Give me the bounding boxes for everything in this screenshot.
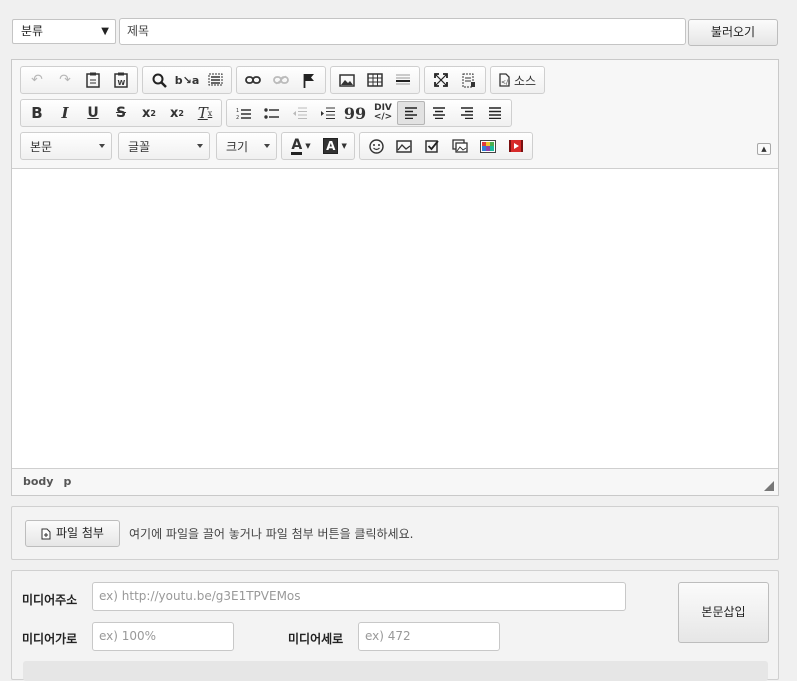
file-add-icon: [41, 528, 51, 539]
bold-icon[interactable]: B: [23, 101, 51, 125]
media-width-placeholder: ex) 100%: [99, 629, 157, 643]
media-height-input[interactable]: ex) 472: [358, 622, 500, 651]
path-body[interactable]: body: [23, 475, 53, 488]
insert-media-button[interactable]: 본문삽입: [678, 582, 769, 643]
source-label: 소스: [514, 73, 537, 88]
rich-text-editor: ↶ ↷ W b↘a </ 소스 B I U S x 2 x 2 T x 1 2 …: [11, 59, 779, 496]
resize-handle-icon[interactable]: [764, 480, 774, 491]
title-input[interactable]: 제목: [119, 18, 686, 45]
underline-icon[interactable]: U: [79, 101, 107, 125]
category-select-value: 분류: [21, 24, 44, 38]
toolbar-group-clipboard: ↶ ↷ W: [20, 66, 138, 94]
numbered-list-icon[interactable]: 12: [229, 101, 257, 125]
strikethrough-icon[interactable]: S: [107, 101, 135, 125]
chevron-down-icon: [99, 144, 105, 148]
toolbar-group-colors: A ▼ A ▼: [281, 132, 355, 160]
source-icon: </>: [499, 73, 510, 87]
category-select[interactable]: 분류 ▼: [12, 19, 116, 44]
horizontal-rule-icon[interactable]: [389, 68, 417, 92]
media-height-label: 미디어세로: [288, 632, 344, 646]
toolbar-group-insert: [330, 66, 420, 94]
chevron-down-icon: [264, 144, 270, 148]
toolbar-row-1: ↶ ↷ W b↘a </ 소스: [20, 66, 546, 94]
image-icon[interactable]: [333, 68, 361, 92]
paste-icon[interactable]: [79, 68, 107, 92]
file-attach-area[interactable]: 파일 첨부 여기에 파일을 끌어 놓거나 파일 첨부 버튼을 클릭하세요.: [11, 506, 779, 560]
toolbar-group-view: [424, 66, 486, 94]
image-upload-icon[interactable]: [390, 134, 418, 158]
undo-icon[interactable]: ↶: [23, 68, 51, 92]
load-button[interactable]: 불러오기: [688, 19, 778, 46]
anchor-flag-icon[interactable]: [295, 68, 323, 92]
paste-word-icon[interactable]: W: [107, 68, 135, 92]
video-icon[interactable]: [502, 134, 530, 158]
media-panel: 미디어주소 ex) http://youtu.be/g3E1TPVEMos 미디…: [11, 570, 779, 681]
show-blocks-icon[interactable]: [455, 68, 483, 92]
maximize-icon[interactable]: [427, 68, 455, 92]
dropdown-arrow-icon: ▼: [101, 26, 109, 37]
file-attach-button[interactable]: 파일 첨부: [25, 520, 120, 547]
svg-text:1: 1: [236, 108, 239, 114]
font-combo[interactable]: 글꼴: [118, 132, 210, 160]
collapse-toolbar-button[interactable]: ▲: [757, 143, 771, 155]
blockquote-icon[interactable]: 99: [341, 101, 369, 125]
media-preview-bar: [23, 661, 768, 681]
title-placeholder: 제목: [127, 24, 150, 38]
source-button[interactable]: </> 소스: [493, 68, 542, 92]
size-combo[interactable]: 크기: [216, 132, 277, 160]
link-icon[interactable]: [239, 68, 267, 92]
svg-text:W: W: [118, 79, 126, 87]
toolbar-row-2: B I U S x2 x2 Tx 12 99 DIV </>: [20, 99, 512, 127]
editing-area[interactable]: [12, 168, 778, 469]
format-combo-label: 본문: [30, 139, 53, 154]
table-icon[interactable]: [361, 68, 389, 92]
media-url-input[interactable]: ex) http://youtu.be/g3E1TPVEMos: [92, 582, 626, 611]
text-color-icon[interactable]: A ▼: [284, 134, 318, 158]
format-combo[interactable]: 본문: [20, 132, 112, 160]
svg-text:2: 2: [236, 115, 239, 120]
select-all-icon[interactable]: [201, 68, 229, 92]
file-attach-label: 파일 첨부: [56, 526, 104, 540]
size-combo-label: 크기: [226, 139, 249, 154]
bulleted-list-icon[interactable]: [257, 101, 285, 125]
align-justify-icon[interactable]: [481, 101, 509, 125]
toolbar-row-3: 본문 글꼴 크기 A ▼ A ▼: [20, 132, 533, 160]
toolbar-group-source: </> 소스: [490, 66, 546, 94]
superscript-icon[interactable]: x2: [163, 101, 191, 125]
remove-format-icon[interactable]: Tx: [191, 101, 219, 125]
smiley-icon[interactable]: [362, 134, 390, 158]
italic-icon[interactable]: I: [51, 101, 79, 125]
align-center-icon[interactable]: [425, 101, 453, 125]
media-url-label: 미디어주소: [22, 593, 78, 607]
redo-icon[interactable]: ↷: [51, 68, 79, 92]
subscript-icon[interactable]: x2: [135, 101, 163, 125]
toolbar-group-link: [236, 66, 326, 94]
media-url-placeholder: ex) http://youtu.be/g3E1TPVEMos: [99, 589, 301, 603]
media-width-input[interactable]: ex) 100%: [92, 622, 234, 651]
svg-text:</>: </>: [501, 79, 510, 86]
outdent-icon[interactable]: [285, 101, 313, 125]
file-attach-hint: 여기에 파일을 끌어 놓거나 파일 첨부 버튼을 클릭하세요.: [129, 527, 414, 541]
toolbar-group-find: b↘a: [142, 66, 232, 94]
toolbar-group-plugins: [359, 132, 533, 160]
media-height-placeholder: ex) 472: [365, 629, 411, 643]
color-grid-icon[interactable]: [474, 134, 502, 158]
element-path: body p: [23, 475, 71, 488]
path-p[interactable]: p: [63, 475, 71, 488]
chevron-down-icon: [197, 144, 203, 148]
checkbox-icon[interactable]: [418, 134, 446, 158]
toolbar-group-basic-styles: B I U S x2 x2 Tx: [20, 99, 222, 127]
unlink-icon[interactable]: [267, 68, 295, 92]
replace-icon[interactable]: b↘a: [173, 68, 201, 92]
toolbar-group-paragraph: 12 99 DIV </>: [226, 99, 512, 127]
align-right-icon[interactable]: [453, 101, 481, 125]
media-width-label: 미디어가로: [22, 632, 78, 646]
background-color-icon[interactable]: A ▼: [318, 134, 352, 158]
indent-icon[interactable]: [313, 101, 341, 125]
gallery-icon[interactable]: [446, 134, 474, 158]
align-left-icon[interactable]: [397, 101, 425, 125]
search-icon[interactable]: [145, 68, 173, 92]
div-container-icon[interactable]: DIV </>: [369, 101, 397, 125]
font-combo-label: 글꼴: [128, 139, 151, 154]
